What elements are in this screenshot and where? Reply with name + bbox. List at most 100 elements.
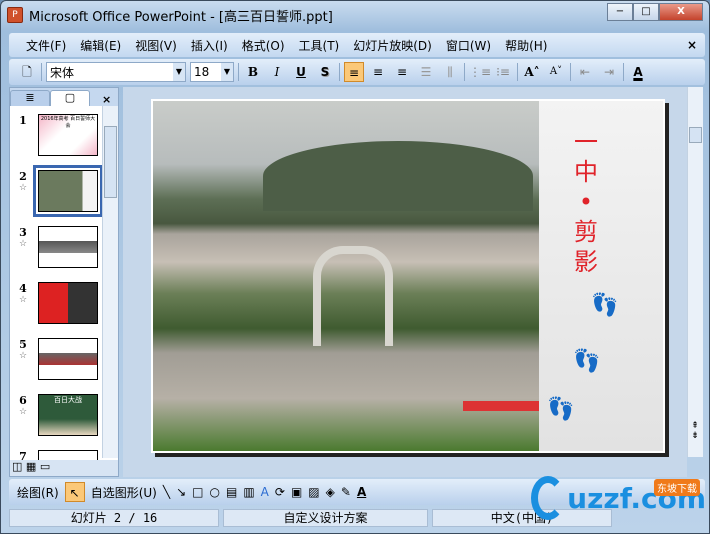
- menu-insert[interactable]: 插入(I): [184, 37, 235, 54]
- menu-help[interactable]: 帮助(H): [498, 37, 554, 54]
- title-char: 剪: [574, 218, 598, 246]
- size-select[interactable]: 18 ▼: [190, 62, 234, 82]
- increase-font-icon[interactable]: A˄: [522, 62, 542, 82]
- bold-button[interactable]: B: [243, 62, 263, 82]
- clipart-icon[interactable]: ▣: [291, 485, 302, 499]
- slide-number: 6: [19, 394, 27, 407]
- wordart-icon[interactable]: A: [261, 485, 269, 499]
- slide-thumb-1[interactable]: 1 2016年高考 百日誓师大会: [14, 114, 98, 156]
- view-buttons: ◫ ▦ ▭: [10, 460, 118, 476]
- new-icon[interactable]: 🗋: [17, 62, 37, 82]
- bullets-icon[interactable]: ⁝≡: [493, 62, 513, 82]
- logo-mark: [531, 476, 566, 520]
- italic-button[interactable]: I: [267, 62, 287, 82]
- footprint-icon: 👣: [591, 293, 619, 318]
- distribute-icon[interactable]: ⫼: [440, 62, 460, 82]
- oval-icon[interactable]: ○: [210, 485, 220, 499]
- title-char: 一: [574, 128, 598, 156]
- font-color-button[interactable]: A: [628, 62, 648, 82]
- divider: [238, 63, 239, 81]
- normal-view-icon[interactable]: ◫: [12, 460, 22, 473]
- title-panel: 一 中 • 剪 影 👣 👣 👣: [539, 101, 663, 451]
- divider: [570, 63, 571, 81]
- decrease-font-icon[interactable]: A˅: [546, 62, 566, 82]
- sorter-view-icon[interactable]: ▦: [26, 460, 36, 473]
- numbering-icon[interactable]: ⋮≡: [469, 62, 491, 82]
- slide-number: 2: [19, 170, 27, 183]
- campus-photo: [153, 101, 539, 451]
- thumb-image: [38, 282, 98, 324]
- scroll-thumb[interactable]: [689, 127, 702, 143]
- rectangle-icon[interactable]: □: [192, 485, 203, 499]
- increase-indent-icon[interactable]: ⇥: [599, 62, 619, 82]
- align-center-icon[interactable]: ≡: [368, 62, 388, 82]
- slide-number: 5: [19, 338, 27, 351]
- select-arrow-icon[interactable]: ↖: [64, 482, 85, 502]
- fill-color-icon[interactable]: ◈: [326, 485, 335, 499]
- autoshapes-menu[interactable]: 自选图形(U): [91, 484, 157, 501]
- menu-edit[interactable]: 编辑(E): [73, 37, 128, 54]
- decrease-indent-icon[interactable]: ⇤: [575, 62, 595, 82]
- arrow-icon[interactable]: ↘: [176, 485, 186, 499]
- status-slide: 幻灯片 2 / 16: [9, 509, 219, 527]
- red-banner: [463, 401, 539, 411]
- slide-number: 4: [19, 282, 27, 295]
- app-window: P Microsoft Office PowerPoint - [高三百日誓师.…: [0, 0, 710, 534]
- prev-next-slide-buttons[interactable]: ⇞ ⇟: [687, 421, 703, 441]
- close-button[interactable]: X: [659, 3, 703, 21]
- slide-editor: 一 中 • 剪 影 👣 👣 👣: [123, 87, 687, 477]
- doc-close-button[interactable]: ×: [687, 38, 697, 52]
- thumb-image: [38, 338, 98, 380]
- pane-scrollbar[interactable]: [102, 106, 118, 458]
- editor-scrollbar[interactable]: [687, 87, 703, 457]
- divider: [41, 63, 42, 81]
- shadow-button[interactable]: S: [315, 62, 335, 82]
- menu-file[interactable]: 文件(F): [19, 37, 73, 54]
- divider: [339, 63, 340, 81]
- line-color-icon[interactable]: ✎: [341, 485, 351, 499]
- maximize-button[interactable]: □: [633, 3, 659, 21]
- size-value: 18: [194, 65, 210, 79]
- chevron-down-icon: ▼: [173, 63, 185, 81]
- tab-outline[interactable]: ≣: [10, 90, 50, 106]
- line-icon[interactable]: ╲: [163, 485, 170, 499]
- footprint-icon: 👣: [573, 349, 601, 374]
- menu-window[interactable]: 窗口(W): [439, 37, 498, 54]
- title-char: 中: [574, 158, 598, 186]
- underline-button[interactable]: U: [291, 62, 311, 82]
- align-right-icon[interactable]: ≡: [392, 62, 412, 82]
- menu-view[interactable]: 视图(V): [128, 37, 184, 54]
- slideshow-view-icon[interactable]: ▭: [40, 460, 50, 473]
- slide-thumb-6[interactable]: 6 ☆ 百日大战: [14, 394, 98, 436]
- divider: [517, 63, 518, 81]
- thumb-image: [33, 165, 103, 217]
- star-icon: ☆: [18, 351, 28, 361]
- vertical-textbox-icon[interactable]: ▥: [243, 485, 254, 499]
- slide-thumb-2[interactable]: 2 ☆: [14, 165, 103, 217]
- thumb-image: 2016年高考 百日誓师大会: [38, 114, 98, 156]
- current-slide[interactable]: 一 中 • 剪 影 👣 👣 👣: [151, 99, 665, 453]
- font-select[interactable]: 宋体 ▼: [46, 62, 186, 82]
- diagram-icon[interactable]: ⟳: [275, 485, 285, 499]
- thumb-image: 百日大战: [38, 394, 98, 436]
- justify-icon[interactable]: ☰: [416, 62, 436, 82]
- textbox-icon[interactable]: ▤: [226, 485, 237, 499]
- minimize-button[interactable]: −: [607, 3, 633, 21]
- draw-menu[interactable]: 绘图(R): [17, 484, 59, 501]
- slide-thumb-3[interactable]: 3 ☆: [14, 226, 98, 268]
- mountain: [263, 141, 533, 211]
- slide-thumb-5[interactable]: 5 ☆: [14, 338, 98, 380]
- thumb-image: [38, 226, 98, 268]
- font-color-icon[interactable]: A: [357, 485, 366, 499]
- footprint-icon: 👣: [547, 397, 575, 422]
- slide-thumb-4[interactable]: 4 ☆: [14, 282, 98, 324]
- menu-format[interactable]: 格式(O): [235, 37, 292, 54]
- slide-number: 3: [19, 226, 27, 239]
- menu-tools[interactable]: 工具(T): [292, 37, 347, 54]
- scroll-thumb[interactable]: [104, 126, 117, 198]
- picture-icon[interactable]: ▨: [308, 485, 319, 499]
- tab-slides[interactable]: ▢: [50, 90, 90, 106]
- align-left-icon[interactable]: ≡: [344, 62, 364, 82]
- pane-close-button[interactable]: ×: [102, 93, 111, 106]
- menu-slideshow[interactable]: 幻灯片放映(D): [346, 37, 439, 54]
